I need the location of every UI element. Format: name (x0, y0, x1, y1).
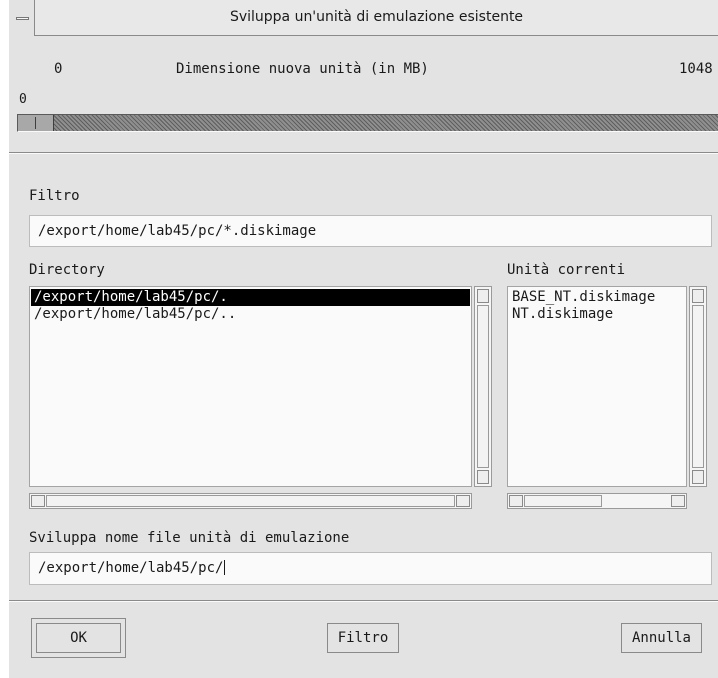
cancel-button[interactable]: Annulla (621, 623, 702, 653)
filename-input-value: /export/home/lab45/pc/ (38, 560, 224, 576)
units-label: Unità correnti (507, 262, 626, 278)
units-hscroll-thumb[interactable] (524, 495, 602, 507)
directory-hscroll-thumb[interactable] (46, 495, 455, 507)
size-scale-thumb[interactable] (18, 115, 54, 131)
scroll-up-arrow-icon[interactable] (692, 289, 704, 303)
window-title: Sviluppa un'unità di emulazione esistent… (229, 9, 524, 25)
units-vscroll-thumb[interactable] (692, 305, 704, 468)
filename-label: Sviluppa nome file unità di emulazione (29, 530, 350, 546)
filter-label: Filtro (29, 188, 80, 204)
ok-button[interactable]: OK (36, 623, 121, 653)
scale-min-label: 0 (54, 61, 63, 77)
text-cursor (224, 560, 226, 575)
filename-input[interactable]: /export/home/lab45/pc/ (29, 552, 712, 585)
window-menu-button[interactable] (9, 0, 35, 36)
directory-list-item[interactable]: /export/home/lab45/pc/.. (31, 306, 470, 323)
scroll-right-arrow-icon[interactable] (456, 495, 470, 507)
units-list-item[interactable]: NT.diskimage (509, 306, 685, 323)
dialog-window: Sviluppa un'unità di emulazione esistent… (9, 0, 718, 678)
scroll-down-arrow-icon[interactable] (692, 470, 704, 484)
scale-label: Dimensione nuova unità (in MB) (176, 61, 429, 77)
size-scale-slider[interactable] (17, 114, 718, 132)
filter-input-value: /export/home/lab45/pc/*.diskimage (38, 223, 317, 239)
units-list[interactable]: BASE_NT.diskimage NT.diskimage (507, 286, 687, 487)
filter-button[interactable]: Filtro (327, 623, 399, 653)
scale-max-label: 1048 (679, 61, 713, 77)
filter-input[interactable]: /export/home/lab45/pc/*.diskimage (29, 215, 712, 247)
scroll-right-arrow-icon[interactable] (671, 495, 685, 507)
units-vertical-scrollbar[interactable] (689, 286, 707, 487)
scale-value-label: 0 (19, 92, 27, 107)
directory-list-item[interactable]: /export/home/lab45/pc/. (31, 289, 470, 306)
directory-list[interactable]: /export/home/lab45/pc/. /export/home/lab… (29, 286, 472, 487)
separator (9, 152, 718, 154)
units-list-item[interactable]: BASE_NT.diskimage (509, 289, 685, 306)
scroll-left-arrow-icon[interactable] (509, 495, 523, 507)
units-horizontal-scrollbar[interactable] (507, 493, 687, 509)
directory-label: Directory (29, 262, 105, 278)
window-menu-icon (16, 17, 29, 20)
title-bar: Sviluppa un'unità di emulazione esistent… (9, 0, 718, 36)
directory-vertical-scrollbar[interactable] (474, 286, 492, 487)
directory-vscroll-thumb[interactable] (477, 305, 489, 468)
scroll-down-arrow-icon[interactable] (477, 470, 489, 484)
scroll-left-arrow-icon[interactable] (31, 495, 45, 507)
separator (9, 600, 718, 602)
scroll-up-arrow-icon[interactable] (477, 289, 489, 303)
directory-horizontal-scrollbar[interactable] (29, 493, 472, 509)
